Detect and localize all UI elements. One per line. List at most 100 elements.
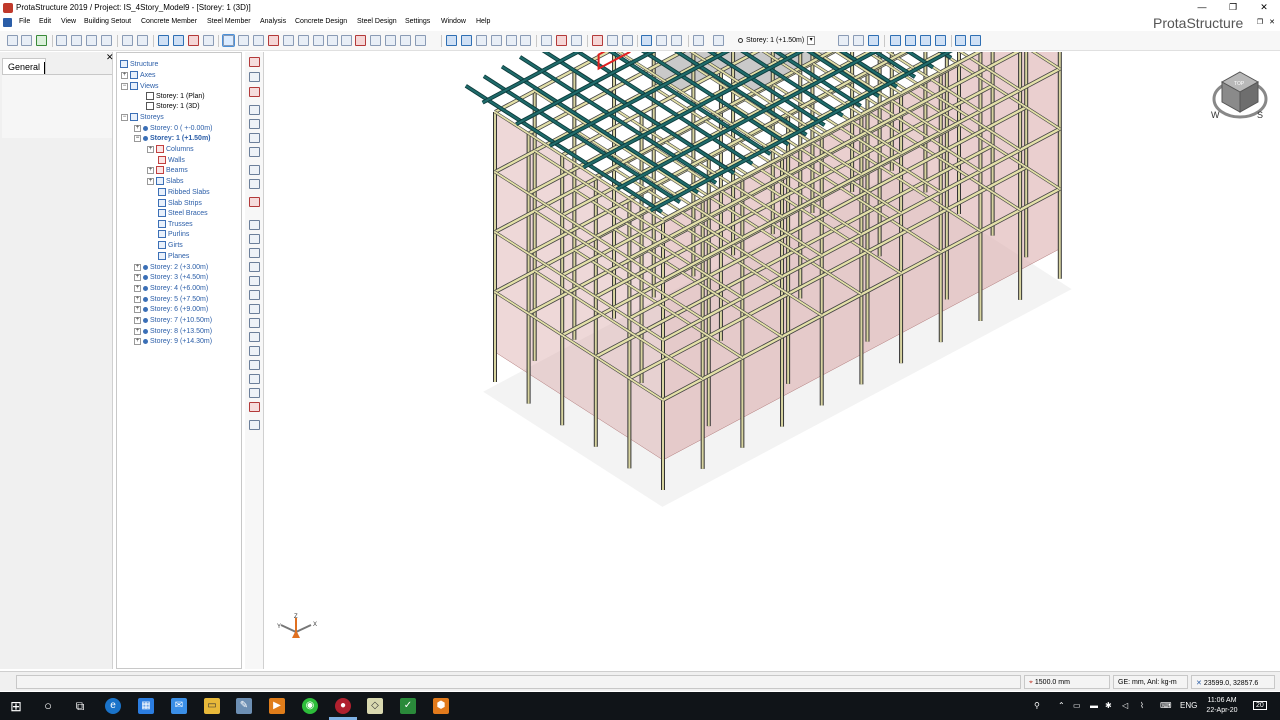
minimize-button[interactable]: — bbox=[1190, 2, 1214, 14]
tree-item-walls[interactable]: Walls bbox=[158, 155, 185, 165]
tree-item-view-3d[interactable]: Storey: 1 (3D) bbox=[146, 101, 200, 111]
storey-edit-icon[interactable] bbox=[868, 35, 879, 46]
layer-13-icon[interactable] bbox=[249, 388, 260, 398]
tree-item-structure[interactable]: Structure bbox=[120, 59, 158, 69]
wall-icon[interactable] bbox=[283, 35, 294, 46]
volume-icon[interactable]: ◁ bbox=[1122, 701, 1128, 710]
layer-2-icon[interactable] bbox=[249, 234, 260, 244]
expand-icon[interactable]: + bbox=[134, 305, 141, 313]
tree-item-view-plan[interactable]: Storey: 1 (Plan) bbox=[146, 91, 205, 101]
menu-steel-design[interactable]: Steel Design bbox=[357, 18, 397, 25]
tree-item-girts[interactable]: Girts bbox=[158, 240, 183, 250]
collapse-icon[interactable]: − bbox=[121, 113, 128, 121]
beam-icon[interactable] bbox=[298, 35, 309, 46]
language-indicator[interactable]: ENG bbox=[1180, 701, 1197, 710]
move-icon[interactable] bbox=[158, 35, 169, 46]
layer-14-icon[interactable] bbox=[249, 402, 260, 412]
measure-icon[interactable] bbox=[461, 35, 472, 46]
analysis-icon[interactable] bbox=[541, 35, 552, 46]
tree-item-storey-1[interactable]: − Storey: 1 (+1.50m) bbox=[134, 133, 211, 143]
layer-11-icon[interactable] bbox=[249, 360, 260, 370]
steel-beam-icon[interactable] bbox=[355, 35, 366, 46]
prota-app-icon[interactable]: ● bbox=[335, 698, 351, 714]
redraw-icon[interactable] bbox=[249, 179, 260, 189]
menu-help[interactable]: Help bbox=[476, 18, 490, 25]
transfer-icon[interactable] bbox=[622, 35, 633, 46]
storey-selector[interactable]: Storey: 1 (+1.50m) ▾ bbox=[738, 34, 816, 46]
print-preview-icon[interactable] bbox=[71, 35, 82, 46]
dimension-icon[interactable] bbox=[446, 35, 457, 46]
people-icon[interactable]: ⚲ bbox=[1034, 701, 1040, 710]
tree-item-planes[interactable]: Planes bbox=[158, 251, 189, 261]
expand-icon[interactable]: + bbox=[134, 316, 141, 324]
file-explorer-icon[interactable]: ▭ bbox=[204, 698, 220, 714]
design-icon[interactable] bbox=[556, 35, 567, 46]
wifi-icon[interactable]: ⌇ bbox=[1140, 701, 1144, 710]
expand-icon[interactable]: + bbox=[147, 145, 154, 153]
expand-icon[interactable]: + bbox=[147, 166, 154, 174]
truss-icon[interactable] bbox=[385, 35, 396, 46]
orbit-icon[interactable] bbox=[249, 72, 260, 82]
select-pointer-icon[interactable] bbox=[222, 34, 235, 47]
zoom-window-icon[interactable] bbox=[249, 119, 260, 129]
3d-view-icon[interactable] bbox=[520, 35, 531, 46]
save-icon[interactable] bbox=[36, 35, 47, 46]
document-icon[interactable] bbox=[3, 18, 12, 27]
view-front-icon[interactable] bbox=[890, 35, 901, 46]
layer-10-icon[interactable] bbox=[249, 346, 260, 356]
tray-chevron-icon[interactable]: ⌃ bbox=[1058, 701, 1065, 710]
detail-icon[interactable] bbox=[607, 35, 618, 46]
notification-center-icon[interactable]: 20 bbox=[1253, 701, 1267, 710]
storey-up-icon[interactable] bbox=[838, 35, 849, 46]
keyboard-icon[interactable]: ⌨ bbox=[1160, 701, 1172, 710]
layers-icon[interactable] bbox=[693, 35, 704, 46]
expand-icon[interactable]: + bbox=[134, 327, 141, 335]
3d-viewport[interactable]: TOP W S Y X Z bbox=[265, 52, 1280, 671]
slab-strip-icon[interactable] bbox=[341, 35, 352, 46]
erase-icon[interactable] bbox=[203, 35, 214, 46]
tree-item-slab-strips[interactable]: Slab Strips bbox=[158, 198, 202, 208]
windows-start-icon[interactable]: ⊞ bbox=[8, 698, 24, 714]
tree-item-steel-braces[interactable]: Steel Braces bbox=[158, 208, 208, 218]
print-icon[interactable] bbox=[56, 35, 67, 46]
menu-analysis[interactable]: Analysis bbox=[260, 18, 286, 25]
tree-item-purlins[interactable]: Purlins bbox=[158, 229, 189, 239]
view-cube[interactable]: TOP W S bbox=[1211, 71, 1268, 120]
menu-concrete-member[interactable]: Concrete Member bbox=[141, 18, 197, 25]
pan-icon[interactable] bbox=[249, 165, 260, 175]
tab-general[interactable]: General bbox=[2, 58, 46, 74]
ribbed-slab-icon[interactable] bbox=[327, 35, 338, 46]
report-icon[interactable] bbox=[86, 35, 97, 46]
tree-item-axes[interactable]: + Axes bbox=[121, 70, 156, 80]
delete-icon[interactable] bbox=[188, 35, 199, 46]
zoom-icon[interactable] bbox=[249, 105, 260, 115]
layer-4-icon[interactable] bbox=[249, 262, 260, 272]
edge-browser-icon[interactable]: e bbox=[105, 698, 121, 714]
chevron-down-icon[interactable]: ▾ bbox=[807, 35, 816, 45]
layer-6-icon[interactable] bbox=[249, 290, 260, 300]
network-drive-icon[interactable]: ▭ bbox=[1073, 701, 1081, 710]
calendar-icon[interactable]: ▦ bbox=[138, 698, 154, 714]
view-left-icon[interactable] bbox=[920, 35, 931, 46]
check-icon[interactable] bbox=[592, 35, 603, 46]
tree-item-storey-6[interactable]: + Storey: 6 (+9.00m) bbox=[134, 304, 208, 314]
load-icon[interactable] bbox=[571, 35, 582, 46]
tree-item-columns[interactable]: + Columns bbox=[147, 144, 194, 154]
zoom-extents-icon[interactable] bbox=[249, 147, 260, 157]
section-icon[interactable] bbox=[491, 35, 502, 46]
snap-icon[interactable] bbox=[249, 87, 260, 97]
collapse-icon[interactable]: − bbox=[134, 134, 141, 142]
tree-item-storey-8[interactable]: + Storey: 8 (+13.50m) bbox=[134, 326, 212, 336]
new-file-icon[interactable] bbox=[7, 35, 18, 46]
layer-15-icon[interactable] bbox=[249, 420, 260, 430]
layer-1-icon[interactable] bbox=[249, 220, 260, 230]
layer-8-icon[interactable] bbox=[249, 318, 260, 328]
purlin-icon[interactable] bbox=[400, 35, 411, 46]
tree-item-storey-9[interactable]: + Storey: 9 (+14.30m) bbox=[134, 336, 212, 346]
settings-icon[interactable] bbox=[101, 35, 112, 46]
tree-item-storeys[interactable]: − Storeys bbox=[121, 112, 164, 122]
task-view-icon[interactable]: ⧉ bbox=[72, 698, 88, 714]
tree-item-storey-5[interactable]: + Storey: 5 (+7.50m) bbox=[134, 294, 208, 304]
layer-5-icon[interactable] bbox=[249, 276, 260, 286]
axis-grid-icon[interactable] bbox=[253, 35, 264, 46]
